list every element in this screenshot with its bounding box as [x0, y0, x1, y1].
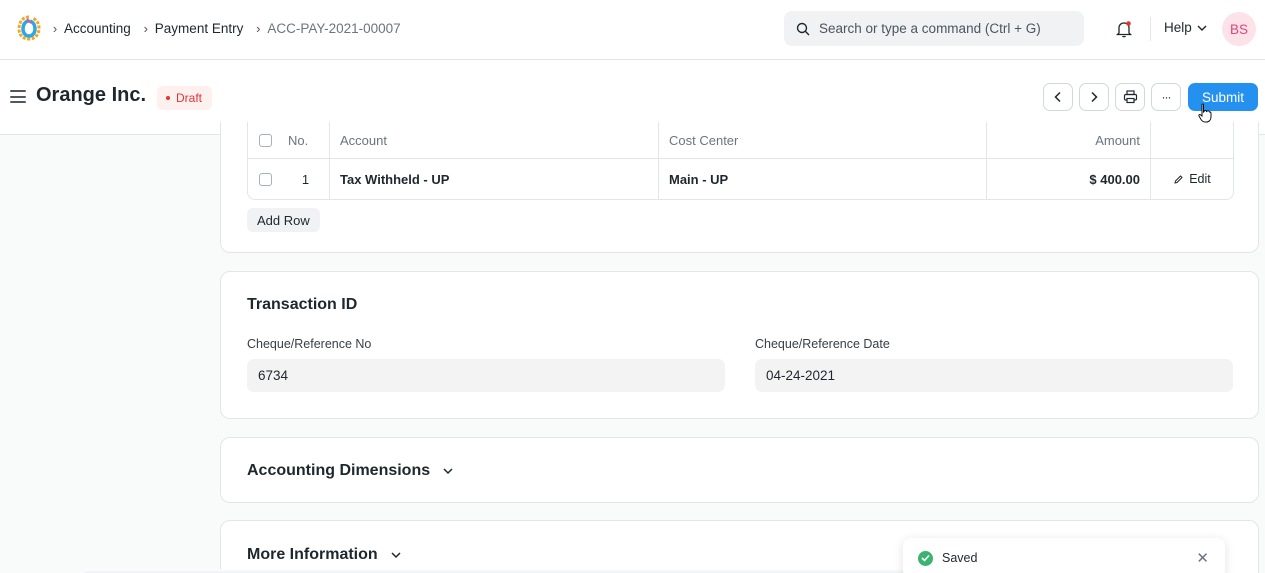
chevron-down-icon: [443, 468, 453, 475]
table-row[interactable]: 1 Tax Withheld - UP Main - UP $ 400.00 E…: [248, 159, 1233, 199]
help-label: Help: [1164, 20, 1192, 35]
column-header-actions: [1151, 122, 1233, 158]
check-circle-icon: [918, 550, 933, 566]
navbar-divider: [1150, 17, 1151, 41]
chevron-left-icon: [1054, 91, 1061, 103]
section-title-more-information: More Information: [247, 546, 378, 563]
section-title-transaction-id: Transaction ID: [247, 296, 358, 313]
section-header-accounting-dimensions[interactable]: Accounting Dimensions: [247, 462, 454, 480]
table-header: No. Account Cost Center Amount: [248, 122, 1233, 159]
row-cost-center[interactable]: Main - UP: [659, 159, 987, 199]
breadcrumb: › Accounting › Payment Entry › ACC-PAY-2…: [46, 0, 407, 57]
hand-cursor-icon: [1198, 103, 1212, 123]
pencil-icon: [1174, 174, 1183, 184]
previous-doc-button[interactable]: [1043, 83, 1073, 111]
page-title: Orange Inc.: [36, 84, 147, 106]
sidebar-toggle-icon[interactable]: [10, 90, 26, 103]
column-header-account: Account: [330, 122, 659, 158]
help-dropdown[interactable]: Help: [1164, 20, 1208, 35]
column-header-amount: Amount: [987, 122, 1151, 158]
status-badge: Draft: [157, 86, 213, 110]
status-text: Draft: [176, 91, 203, 105]
column-header-cost-center: Cost Center: [659, 122, 987, 158]
print-button[interactable]: [1115, 83, 1145, 111]
accounting-dimensions-card[interactable]: Accounting Dimensions: [220, 437, 1259, 503]
printer-icon: [1123, 90, 1137, 104]
status-dot-icon: [166, 96, 170, 100]
select-all-checkbox[interactable]: [258, 133, 272, 147]
breadcrumb-current-doc: ACC-PAY-2021-00007: [267, 21, 401, 36]
toast-message: Saved: [942, 551, 978, 565]
section-header-more-information[interactable]: More Information: [247, 546, 402, 564]
footer-shadow: [85, 569, 905, 573]
avatar[interactable]: BS: [1222, 12, 1256, 46]
column-header-no: No.: [282, 122, 330, 158]
ref-date-input[interactable]: 04-24-2021: [755, 359, 1233, 392]
chevron-right-icon: ›: [52, 21, 58, 36]
notification-bell-icon[interactable]: [1114, 19, 1134, 39]
close-icon[interactable]: ✕: [1196, 549, 1209, 567]
row-amount[interactable]: $ 400.00: [987, 159, 1151, 199]
chevron-down-icon: [1197, 25, 1207, 31]
ref-date-label: Cheque/Reference Date: [755, 337, 890, 351]
chevron-right-icon: ›: [143, 21, 148, 36]
row-checkbox[interactable]: [258, 172, 272, 186]
app-logo-icon[interactable]: [17, 15, 41, 41]
ref-no-input[interactable]: 6734: [247, 359, 725, 392]
search-icon: [796, 22, 810, 35]
search-placeholder: Search or type a command (Ctrl + G): [819, 21, 1041, 36]
chevron-down-icon: [391, 552, 401, 559]
section-title-accounting-dimensions: Accounting Dimensions: [247, 462, 431, 479]
breadcrumb-accounting[interactable]: Accounting: [64, 21, 131, 36]
more-dots-icon: ···: [1161, 90, 1172, 104]
chevron-right-icon: ›: [256, 21, 261, 36]
row-edit-button[interactable]: Edit: [1151, 159, 1233, 199]
search-input[interactable]: Search or type a command (Ctrl + G): [784, 11, 1084, 46]
deductions-card: No. Account Cost Center Amount 1 Tax Wit…: [220, 122, 1259, 253]
row-no: 1: [282, 159, 330, 199]
more-actions-button[interactable]: ···: [1151, 83, 1181, 111]
saved-toast: Saved ✕: [903, 538, 1225, 573]
chevron-right-icon: [1091, 91, 1098, 103]
deductions-table: No. Account Cost Center Amount 1 Tax Wit…: [247, 122, 1234, 200]
edit-label: Edit: [1189, 172, 1211, 186]
breadcrumb-payment-entry[interactable]: Payment Entry: [155, 21, 244, 36]
ref-no-label: Cheque/Reference No: [247, 337, 372, 351]
add-row-button[interactable]: Add Row: [247, 208, 320, 232]
row-select-cell: [248, 159, 282, 199]
row-account[interactable]: Tax Withheld - UP: [330, 159, 659, 199]
transaction-id-card: Transaction ID Cheque/Reference No 6734 …: [220, 271, 1259, 419]
select-all-cell: [248, 122, 282, 158]
next-doc-button[interactable]: [1079, 83, 1109, 111]
top-navbar: › Accounting › Payment Entry › ACC-PAY-2…: [0, 0, 1265, 60]
